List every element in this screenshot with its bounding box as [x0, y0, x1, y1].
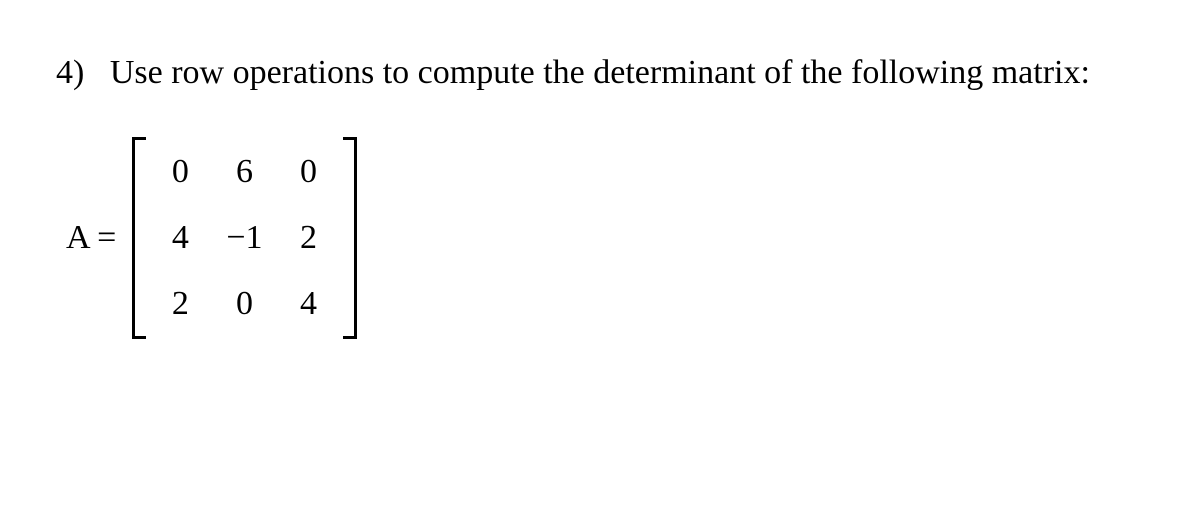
right-bracket-icon — [343, 137, 357, 339]
matrix-cell: 0 — [293, 153, 325, 191]
matrix-wrapper: 0 6 0 4 −1 2 2 0 4 — [132, 137, 356, 339]
matrix-grid: 0 6 0 4 −1 2 2 0 4 — [154, 137, 334, 339]
matrix-equation: A = 0 6 0 4 −1 2 2 0 4 — [66, 137, 1144, 339]
matrix-cell: 0 — [164, 153, 196, 191]
problem-number: 4) — [56, 54, 84, 91]
problem-body: Use row operations to compute the determ… — [110, 54, 1090, 91]
matrix-cell: 0 — [228, 285, 260, 323]
matrix-cell: 6 — [228, 153, 260, 191]
problem-statement: 4) Use row operations to compute the det… — [56, 48, 1144, 97]
problem-container: 4) Use row operations to compute the det… — [56, 48, 1144, 339]
matrix-cell: 4 — [293, 285, 325, 323]
matrix-cell: 4 — [164, 219, 196, 257]
matrix-cell: −1 — [226, 219, 262, 257]
left-bracket-icon — [132, 137, 146, 339]
matrix-cell: 2 — [164, 285, 196, 323]
matrix-label: A = — [66, 219, 116, 257]
matrix-cell: 2 — [293, 219, 325, 257]
